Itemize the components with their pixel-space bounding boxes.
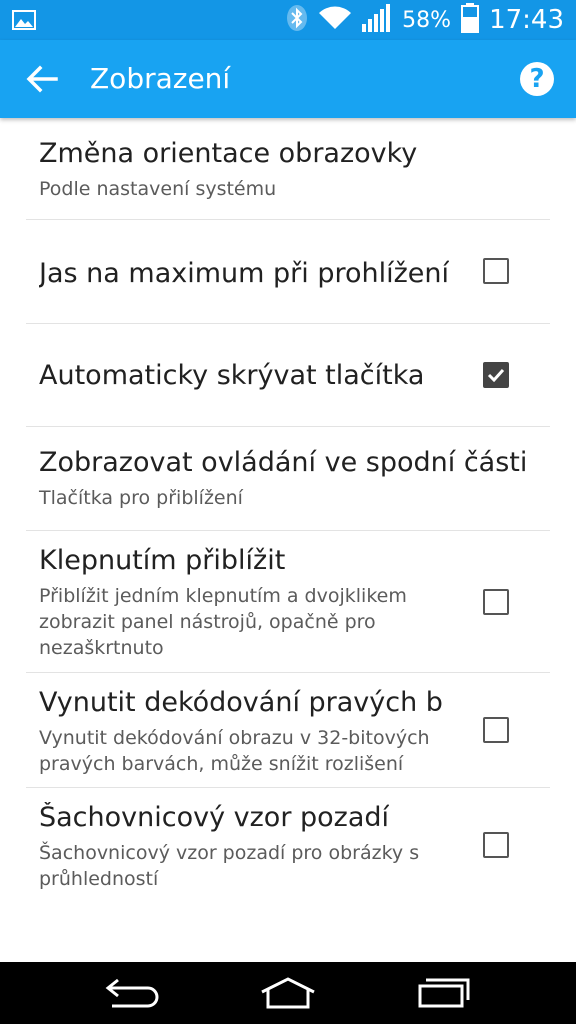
- tap-to-zoom-checkbox[interactable]: [483, 589, 509, 615]
- subtitle-line: zobrazit panel nástrojů, opačně pro: [39, 611, 376, 633]
- setting-checkerboard-background[interactable]: Šachovnicový vzor pozadí Šachovnicový vz…: [26, 788, 550, 903]
- subtitle-line: Šachovnicový vzor pozadí pro obrázky s: [39, 842, 420, 864]
- image-notification-icon: [12, 8, 36, 32]
- home-nav-icon[interactable]: [248, 972, 328, 1014]
- signal-icon: [362, 4, 392, 36]
- true-color-checkbox[interactable]: [483, 717, 509, 743]
- arrow-left-icon[interactable]: [22, 59, 62, 99]
- setting-title: Automaticky skrývat tlačítka: [39, 360, 425, 391]
- subtitle-line: Přiblížit jedním klepnutím a dvojklikem: [39, 585, 407, 607]
- page-title: Zobrazení: [90, 62, 231, 95]
- setting-subtitle: Přiblížit jedním klepnutím a dvojklikem …: [39, 583, 407, 661]
- setting-title: Zobrazovat ovládání ve spodní části: [39, 447, 528, 478]
- setting-subtitle: Podle nastavení systému: [39, 178, 277, 200]
- wifi-icon: [318, 5, 352, 35]
- battery-percent: 58%: [402, 7, 452, 33]
- subtitle-line: Vynutit dekódování obrazu v 32-bitových: [39, 727, 430, 749]
- checkerboard-checkbox[interactable]: [483, 832, 509, 858]
- recents-nav-icon[interactable]: [404, 972, 484, 1014]
- checkmark-icon: [487, 368, 505, 383]
- help-icon[interactable]: ?: [520, 62, 554, 96]
- battery-icon: [461, 3, 480, 37]
- back-nav-icon[interactable]: [92, 972, 172, 1014]
- setting-subtitle: Šachovnicový vzor pozadí pro obrázky s p…: [39, 840, 419, 892]
- setting-screen-orientation[interactable]: Změna orientace obrazovky Podle nastaven…: [26, 118, 550, 220]
- setting-tap-to-zoom[interactable]: Klepnutím přiblížit Přiblížit jedním kle…: [26, 531, 550, 673]
- setting-auto-hide-buttons[interactable]: Automaticky skrývat tlačítka: [26, 324, 550, 427]
- setting-title: Šachovnicový vzor pozadí: [39, 802, 390, 833]
- subtitle-line: pravých barvách, může snížit rozlišení: [39, 753, 404, 775]
- subtitle-line: průhledností: [39, 868, 159, 890]
- settings-list: Změna orientace obrazovky Podle nastaven…: [0, 118, 576, 903]
- setting-true-color-decoding[interactable]: Vynutit dekódování pravých bar Vynutit d…: [26, 673, 550, 788]
- app-bar: Zobrazení ?: [0, 40, 576, 118]
- setting-subtitle: Vynutit dekódování obrazu v 32-bitových …: [39, 725, 430, 777]
- status-bar: 58% 17:43: [0, 0, 576, 40]
- navigation-bar: [0, 962, 576, 1024]
- clock: 17:43: [489, 5, 564, 35]
- auto-hide-buttons-checkbox[interactable]: [483, 362, 509, 388]
- setting-subtitle: Tlačítka pro přiblížení: [39, 487, 243, 509]
- setting-max-brightness[interactable]: Jas na maximum při prohlížení: [26, 220, 550, 324]
- setting-bottom-controls[interactable]: Zobrazovat ovládání ve spodní části Tlač…: [26, 427, 550, 531]
- setting-title: Vynutit dekódování pravých bar: [39, 687, 444, 718]
- setting-title: Klepnutím přiblížit: [39, 545, 286, 576]
- setting-title: Jas na maximum při prohlížení: [39, 258, 450, 289]
- max-brightness-checkbox[interactable]: [483, 258, 509, 284]
- subtitle-line: nezaškrtnuto: [39, 637, 164, 659]
- bluetooth-icon: [286, 4, 308, 36]
- setting-title: Změna orientace obrazovky: [39, 138, 418, 169]
